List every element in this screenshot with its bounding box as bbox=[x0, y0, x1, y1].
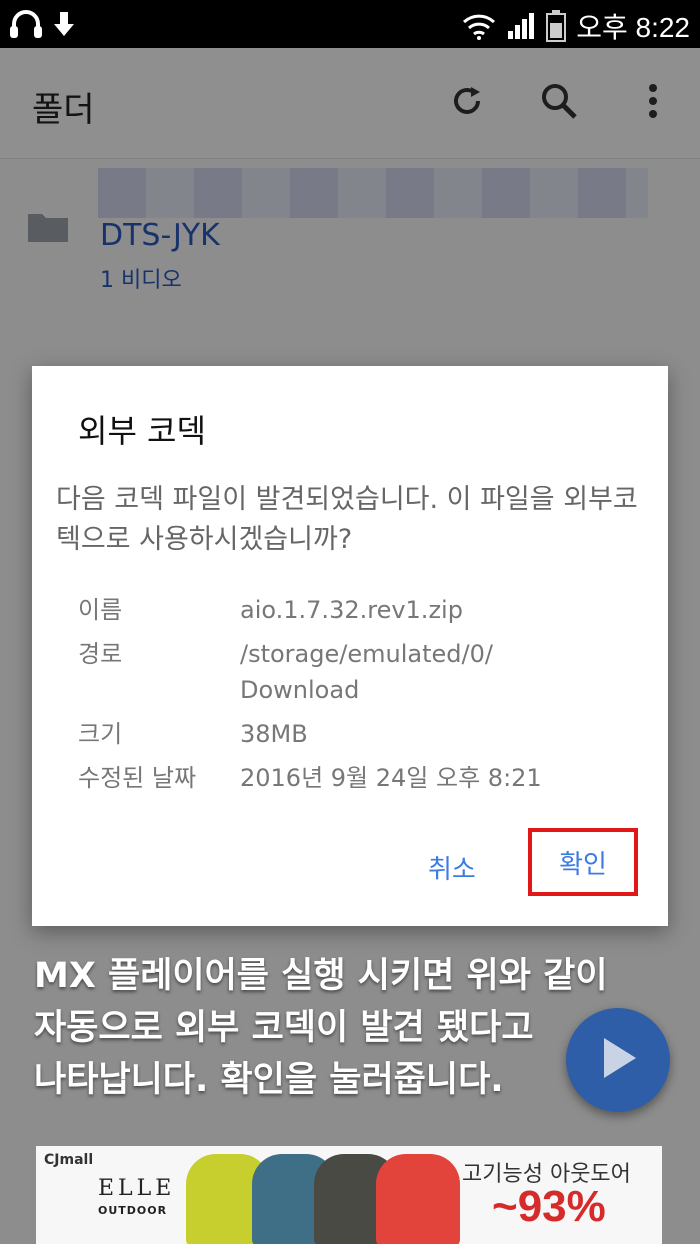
ad-discount: ~93% bbox=[492, 1182, 606, 1231]
status-bar: 오후 8:22 bbox=[0, 0, 700, 48]
play-icon bbox=[598, 1036, 638, 1084]
dialog-message: 다음 코덱 파일이 발견되었습니다. 이 파일을 외부코텍으로 사용하시겠습니까… bbox=[56, 484, 638, 555]
codec-info: 이름 aio.1.7.32.rev1.zip 경로 /storage/emula… bbox=[78, 592, 648, 804]
info-value: /storage/emulated/0/ Download bbox=[240, 640, 493, 704]
info-label: 수정된 날짜 bbox=[78, 764, 197, 792]
ad-logo-sub: OUTDOOR bbox=[98, 1204, 168, 1217]
info-label: 크기 bbox=[78, 720, 123, 748]
dialog-title: 외부 코덱 bbox=[78, 412, 206, 450]
info-row-modified: 수정된 날짜 2016년 9월 24일 오후 8:21 bbox=[78, 760, 648, 796]
info-row-size: 크기 38MB bbox=[78, 716, 648, 752]
info-row-path: 경로 /storage/emulated/0/ Download bbox=[78, 636, 648, 708]
jacket-image bbox=[376, 1154, 460, 1244]
wifi-icon bbox=[462, 12, 496, 40]
play-fab[interactable] bbox=[566, 1008, 670, 1112]
info-row-name: 이름 aio.1.7.32.rev1.zip bbox=[78, 592, 648, 628]
download-icon bbox=[52, 10, 76, 40]
signal-icon bbox=[506, 11, 536, 41]
status-time: 오후 8:22 bbox=[576, 12, 690, 43]
battery-icon bbox=[546, 10, 567, 42]
external-codec-dialog: 외부 코덱 다음 코덱 파일이 발견되었습니다. 이 파일을 외부코텍으로 사용… bbox=[32, 366, 668, 926]
info-value: 38MB bbox=[240, 720, 308, 748]
ad-brand: CJmall bbox=[44, 1152, 94, 1168]
headset-icon bbox=[8, 8, 44, 42]
info-label: 경로 bbox=[78, 640, 123, 668]
ok-button[interactable]: 확인 bbox=[553, 843, 613, 882]
info-label: 이름 bbox=[78, 596, 123, 624]
caption-line: MX 플레이어를 실행 시키면 위와 같이 bbox=[34, 956, 608, 996]
ad-banner[interactable]: CJmall ELLE OUTDOOR 고기능성 아웃도어 ~93% bbox=[36, 1146, 662, 1244]
ad-logo: ELLE bbox=[98, 1176, 176, 1201]
ok-button-highlight: 확인 bbox=[528, 828, 638, 896]
cancel-button[interactable]: 취소 bbox=[422, 848, 482, 887]
info-value: aio.1.7.32.rev1.zip bbox=[240, 596, 463, 624]
info-value: 2016년 9월 24일 오후 8:21 bbox=[240, 764, 542, 792]
